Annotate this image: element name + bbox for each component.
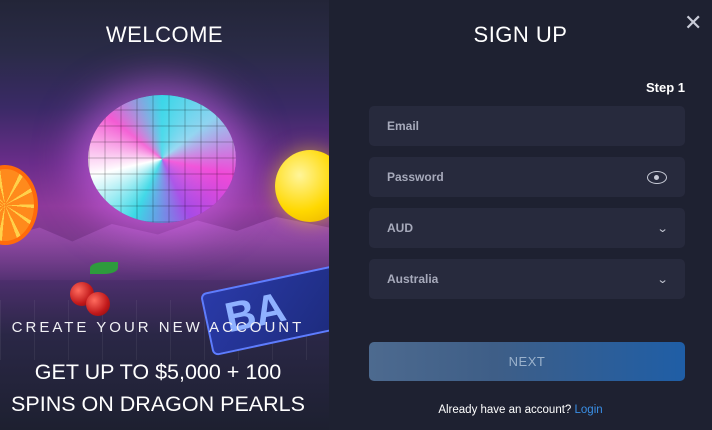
step-indicator: Step 1 xyxy=(645,80,685,95)
currency-value: AUD xyxy=(387,221,413,235)
signup-modal: BA WELCOME CREATE YOUR NEW ACCOUNT GET U… xyxy=(0,0,712,430)
country-value: Australia xyxy=(387,272,439,286)
cherry-graphic xyxy=(86,292,110,316)
country-select[interactable]: Australia ⌄ xyxy=(369,259,685,299)
chevron-down-icon: ⌄ xyxy=(656,273,669,286)
password-field[interactable]: Password xyxy=(369,157,685,197)
welcome-title: WELCOME xyxy=(105,22,224,47)
login-prompt: Already have an account? Login xyxy=(329,404,712,416)
cherry-leaf-graphic xyxy=(90,262,118,274)
currency-select[interactable]: AUD ⌄ xyxy=(369,208,685,248)
signup-title: SIGN UP xyxy=(473,22,568,47)
promo-panel: BA WELCOME CREATE YOUR NEW ACCOUNT GET U… xyxy=(0,0,329,430)
email-field[interactable]: Email xyxy=(369,106,685,146)
eye-icon[interactable] xyxy=(647,170,667,184)
lemon-graphic xyxy=(275,150,329,222)
login-link[interactable]: Login xyxy=(575,404,603,416)
promo-offer-line1: GET UP TO $5,000 + 100 xyxy=(34,360,282,384)
promo-offer: GET UP TO $5,000 + 100 SPINS ON DRAGON P… xyxy=(0,356,316,420)
disco-ball-graphic xyxy=(88,95,236,223)
login-prompt-text: Already have an account? xyxy=(438,404,572,416)
promo-subtitle: CREATE YOUR NEW ACCOUNT xyxy=(11,319,305,336)
password-placeholder: Password xyxy=(387,170,444,184)
signup-panel: ✕ SIGN UP Step 1 Email Password AUD ⌄ Au… xyxy=(329,0,712,430)
promo-offer-line2: SPINS ON DRAGON PEARLS xyxy=(11,392,305,416)
email-placeholder: Email xyxy=(387,119,420,133)
chevron-down-icon: ⌄ xyxy=(656,222,669,235)
next-button[interactable]: NEXT xyxy=(369,342,685,381)
